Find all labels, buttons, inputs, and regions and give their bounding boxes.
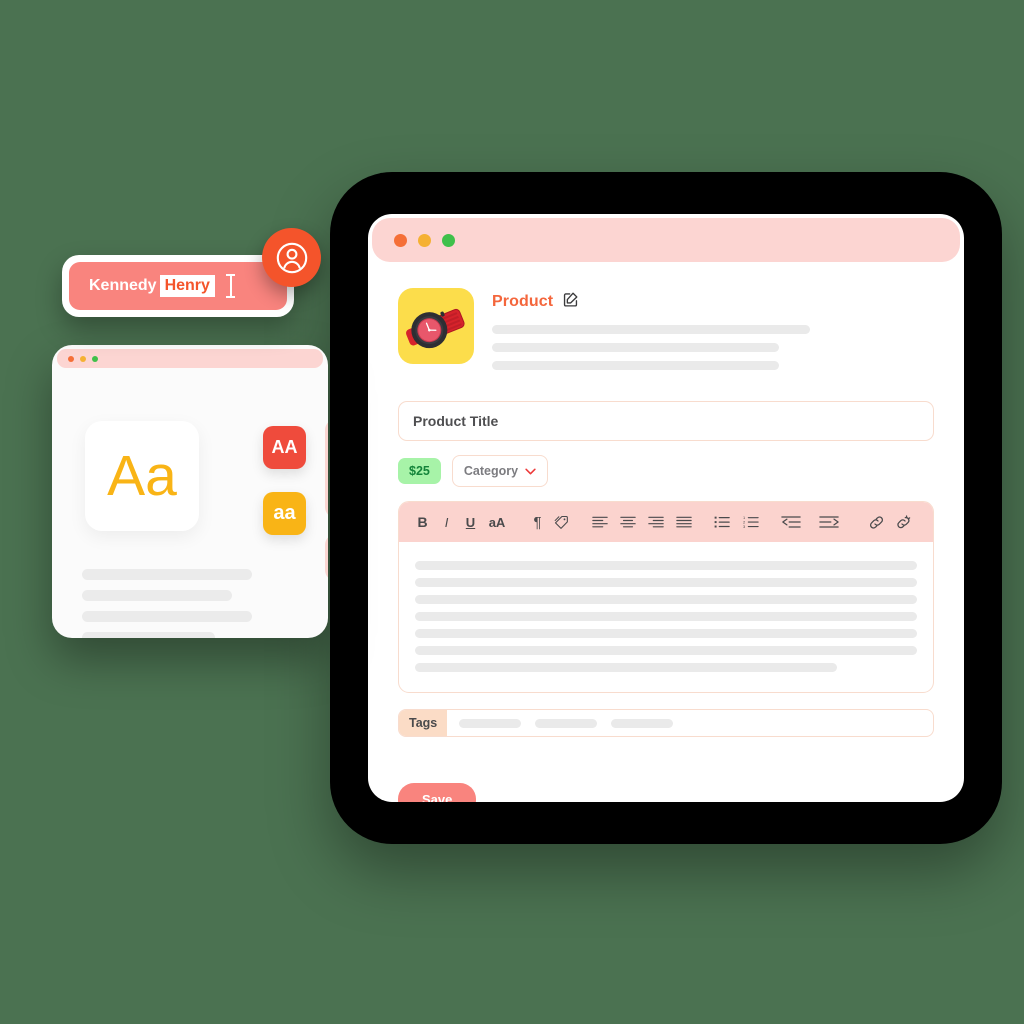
placeholder-line xyxy=(82,611,252,622)
font-preview-sample: Aa xyxy=(107,443,177,508)
lowercase-badge[interactable]: aa xyxy=(263,492,306,535)
insert-link-icon[interactable] xyxy=(866,509,887,535)
chevron-down-icon xyxy=(525,462,536,480)
tag-pill[interactable] xyxy=(611,718,674,728)
svg-text:3: 3 xyxy=(743,524,745,529)
product-editor-panel: Product Product Title $25 Category B I U… xyxy=(368,262,964,802)
editor-text-line xyxy=(415,595,917,604)
product-description-line xyxy=(492,325,811,334)
tag-pill[interactable] xyxy=(535,718,598,728)
underline-icon[interactable]: U xyxy=(460,509,481,535)
wristwatch-icon xyxy=(406,308,465,349)
toolbar-group-text-style: B I U aA xyxy=(412,509,510,535)
paragraph-pilcrow-icon[interactable]: ¶ xyxy=(527,509,548,535)
category-dropdown[interactable]: Category xyxy=(451,455,549,487)
indent-icon[interactable] xyxy=(816,509,842,535)
tags-pill-list xyxy=(447,718,674,728)
sidebar-accent-bar xyxy=(325,419,328,518)
product-description-line xyxy=(492,361,780,370)
toolbar-group-indent xyxy=(778,509,842,535)
product-description-line xyxy=(492,343,780,352)
bulleted-list-icon[interactable] xyxy=(711,509,732,535)
typography-window-titlebar xyxy=(57,349,323,368)
tags-label: Tags xyxy=(399,710,448,736)
align-center-icon[interactable] xyxy=(617,509,638,535)
typography-window: Aa AA aa xyxy=(52,345,328,638)
product-label-row: Product xyxy=(492,291,934,313)
toolbar-group-link xyxy=(866,509,914,535)
typography-content: Aa AA aa xyxy=(52,368,328,638)
edit-pencil-square-icon[interactable] xyxy=(562,291,579,313)
editor-content-area[interactable] xyxy=(399,542,933,692)
save-button[interactable]: Save xyxy=(398,783,477,802)
editor-text-line xyxy=(415,646,917,655)
name-input-field[interactable]: Kennedy Henry xyxy=(69,262,287,310)
placeholder-line xyxy=(82,632,215,638)
align-justify-icon[interactable] xyxy=(673,509,694,535)
window-maximize-button[interactable] xyxy=(442,233,455,247)
sidebar-accent-bar xyxy=(325,534,328,581)
tag-pill[interactable] xyxy=(459,718,522,728)
product-meta-row: $25 Category xyxy=(398,455,934,487)
align-left-icon[interactable] xyxy=(589,509,610,535)
first-name-text: Kennedy xyxy=(89,277,157,294)
text-cursor-icon xyxy=(225,274,235,298)
user-avatar-badge[interactable] xyxy=(262,228,321,287)
window-maximize-button[interactable] xyxy=(92,355,98,362)
editor-text-line xyxy=(415,612,917,621)
window-titlebar xyxy=(372,218,960,262)
editor-toolbar: B I U aA ¶ 1 2 3 xyxy=(399,502,933,542)
uppercase-badge[interactable]: AA xyxy=(263,426,306,469)
editor-text-line xyxy=(415,561,917,570)
window-minimize-button[interactable] xyxy=(418,233,431,247)
name-tag-card: Kennedy Henry xyxy=(62,255,294,317)
product-header-text: Product xyxy=(492,288,934,379)
rich-text-editor: B I U aA ¶ 1 2 3 xyxy=(398,501,934,693)
product-thumbnail xyxy=(398,288,474,364)
product-header: Product xyxy=(398,288,934,379)
italic-icon[interactable]: I xyxy=(436,509,457,535)
toolbar-group-alignment xyxy=(589,509,694,535)
font-size-icon[interactable]: aA xyxy=(484,509,510,535)
product-title-value: Product Title xyxy=(413,413,499,429)
font-preview-card[interactable]: Aa xyxy=(85,421,199,531)
tablet-screen: Product Product Title $25 Category B I U… xyxy=(368,214,964,802)
window-minimize-button[interactable] xyxy=(80,355,86,362)
placeholder-line xyxy=(82,569,252,580)
window-close-button[interactable] xyxy=(68,355,74,362)
category-dropdown-label: Category xyxy=(463,464,519,478)
window-close-button[interactable] xyxy=(394,233,407,247)
tags-input[interactable]: Tags xyxy=(398,709,934,737)
placeholder-line xyxy=(82,590,232,601)
tablet-device: Product Product Title $25 Category B I U… xyxy=(330,172,1002,844)
typography-text-lines xyxy=(82,569,252,638)
toolbar-group-lists: 1 2 3 xyxy=(711,509,761,535)
toolbar-group-paragraph: ¶ xyxy=(527,509,572,535)
last-name-highlighted-text: Henry xyxy=(159,275,215,297)
editor-text-line xyxy=(415,663,837,672)
unlink-icon[interactable] xyxy=(893,509,914,535)
editor-text-line xyxy=(415,578,917,587)
product-title-input[interactable]: Product Title xyxy=(398,401,934,441)
numbered-list-icon[interactable]: 1 2 3 xyxy=(740,509,761,535)
user-avatar-icon xyxy=(276,242,307,273)
highlight-tag-icon[interactable] xyxy=(551,509,572,535)
product-label: Product xyxy=(492,293,554,310)
align-right-icon[interactable] xyxy=(645,509,666,535)
price-badge[interactable]: $25 xyxy=(398,458,441,484)
outdent-icon[interactable] xyxy=(778,509,804,535)
bold-icon[interactable]: B xyxy=(412,509,433,535)
editor-text-line xyxy=(415,629,917,638)
